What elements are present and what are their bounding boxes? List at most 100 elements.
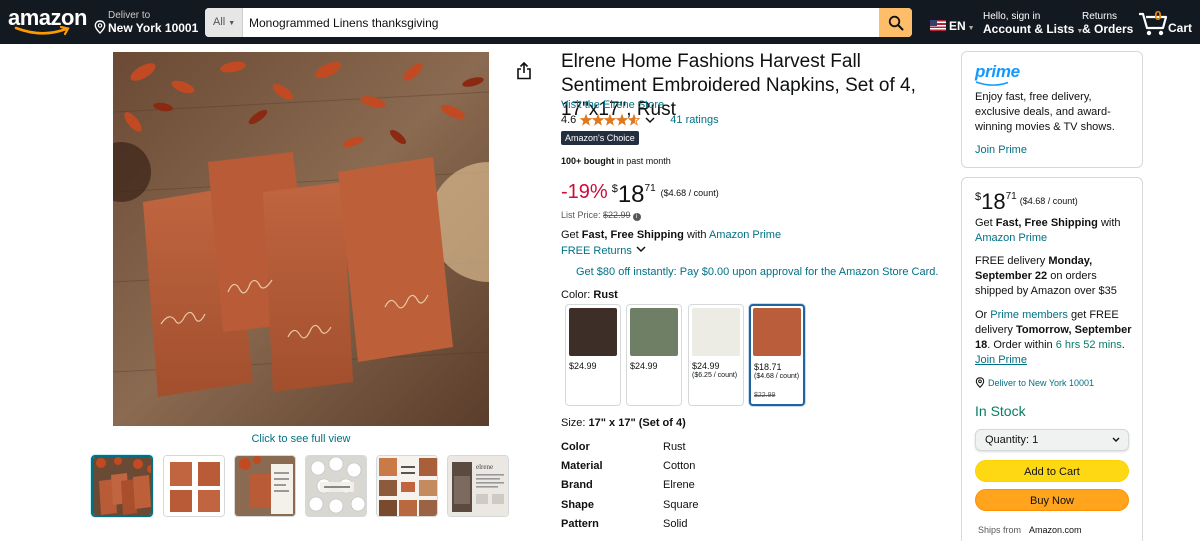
prime-promo-box: prime Enjoy fast, free delivery, exclusi… [961, 51, 1143, 168]
star-icon [581, 114, 592, 125]
share-icon [517, 61, 531, 80]
swatch-price: $24.99 [692, 361, 720, 371]
returns-orders[interactable]: Returns & Orders [1082, 11, 1133, 36]
thumbnail-2[interactable] [163, 455, 225, 517]
swatch-unit-price: ($6.25 / count) [692, 372, 738, 379]
prime-logo: prime [975, 62, 1020, 86]
swatch-color-chip [569, 308, 617, 356]
cart-button[interactable]: 0 Cart [1138, 8, 1198, 38]
account-label: Account & Lists [983, 22, 1075, 36]
returns-label: Returns [1082, 11, 1118, 22]
star-rating-icon[interactable] [580, 114, 641, 126]
star-icon [605, 114, 616, 125]
thumbnail-4[interactable] [305, 455, 367, 517]
thumbnail-image [93, 457, 151, 515]
spec-value: Square [663, 499, 699, 511]
ship-prefix: Get [975, 217, 993, 229]
quantity-value: 1 [1032, 434, 1039, 446]
color-swatch[interactable]: $24.99 [565, 304, 621, 406]
free-delivery-info: FREE delivery Monday, September 22 on or… [975, 254, 1137, 299]
thumbnail-5[interactable] [376, 455, 438, 517]
share-button[interactable] [516, 61, 532, 83]
quantity-dropdown[interactable]: Quantity: 1 [975, 429, 1129, 451]
deliver-location-link[interactable]: Deliver to New York 10001 [975, 377, 1094, 388]
swatch-color-chip [692, 308, 740, 356]
thumbnail-image [235, 456, 295, 516]
spec-value: Rust [663, 441, 686, 453]
prime-smile-icon [975, 81, 1009, 86]
spec-key: Pattern [561, 518, 599, 530]
bought-bold: 100+ bought [561, 156, 615, 166]
spec-key: Material [561, 460, 603, 472]
color-swatch[interactable]: $24.99 ($6.25 / count) [688, 304, 744, 406]
swatch-price: $18.71 [754, 362, 782, 372]
shipping-line: Get Fast, Free Shipping with Amazon Prim… [561, 229, 781, 241]
info-icon[interactable]: i [632, 213, 641, 221]
store-card-offer-link[interactable]: Get $80 off instantly: Pay $0.00 upon ap… [576, 266, 938, 278]
main-product-image[interactable] [113, 52, 489, 426]
ship-bold: Fast, Free Shipping [995, 217, 1098, 229]
swatch-color-chip [753, 308, 801, 356]
amazon-prime-link[interactable]: Amazon Prime [975, 232, 1047, 244]
prime-delivery-info: Or Prime members get FREE delivery Tomor… [975, 308, 1137, 368]
price-whole: 18 [981, 189, 1006, 214]
free-returns-link[interactable]: FREE Returns [561, 244, 647, 257]
ship-with: with [1100, 217, 1121, 229]
or-end: . [1121, 339, 1125, 351]
buy-now-button[interactable]: Buy Now [975, 489, 1129, 511]
top-nav: amazon Deliver to New York 10001 All▼ EN… [0, 0, 1200, 44]
chevron-down-icon[interactable] [644, 115, 656, 125]
buybox-shipping: Get Fast, Free Shipping with Amazon Prim… [975, 216, 1137, 246]
search-input[interactable] [243, 8, 883, 37]
rating-row: 4.6 41 ratings [561, 114, 719, 126]
add-to-cart-button[interactable]: Add to Cart [975, 460, 1129, 482]
buybox-price: $1871 ($4.68 / count) [975, 189, 1078, 215]
size-label-text: Size: [561, 417, 586, 429]
thumbnail-image [164, 456, 224, 516]
search-icon [888, 15, 903, 30]
join-prime-link[interactable]: Join Prime [975, 354, 1027, 366]
full-view-link[interactable]: Click to see full view [113, 433, 489, 445]
price-fraction: 71 [644, 183, 656, 194]
price-row: -19% $1871 ($4.68 / count) [561, 181, 719, 209]
language-selector[interactable]: EN ▼ [930, 19, 975, 33]
us-flag-icon [930, 20, 946, 31]
search-button[interactable] [879, 8, 912, 37]
search-bar: All ▼ [205, 8, 912, 37]
ratings-count-link[interactable]: 41 ratings [670, 114, 718, 126]
spec-value: Solid [663, 518, 688, 530]
thumbnail-1[interactable] [91, 455, 153, 517]
account-greeting: Hello, sign in [983, 11, 1041, 22]
prime-members-link[interactable]: Prime members [990, 309, 1068, 321]
product-title: Elrene Home Fashions Harvest Fall Sentim… [561, 51, 916, 120]
join-prime-link[interactable]: Join Prime [975, 144, 1027, 156]
orders-label: & Orders [1082, 22, 1134, 36]
rating-value: 4.6 [561, 114, 577, 126]
deliver-location: New York 10001 [108, 21, 199, 35]
spec-key: Brand [561, 479, 593, 491]
list-price: List Price: $22.99 i [561, 210, 641, 221]
search-category-dropdown[interactable]: All ▼ [205, 8, 243, 37]
ships-from-value: Amazon.com [1029, 525, 1082, 535]
search-category-label: All [213, 16, 226, 28]
quantity-label: Quantity: [985, 434, 1030, 446]
amazon-prime-link[interactable]: Amazon Prime [709, 229, 781, 241]
spec-value: Cotton [663, 460, 696, 472]
language-label: EN [949, 19, 966, 33]
unit-price: ($4.68 / count) [1019, 196, 1078, 206]
thumbnail-6[interactable]: elrene [447, 455, 509, 517]
account-lists[interactable]: Hello, sign in Account & Lists ▼ [983, 11, 1083, 36]
list-price-label: List Price: [561, 210, 601, 220]
color-swatch[interactable]: $24.99 [626, 304, 682, 406]
shipping-bold: Fast, Free Shipping [581, 229, 684, 241]
amazon-logo[interactable]: amazon [8, 6, 87, 38]
caret-down-icon: ▼ [228, 20, 236, 27]
shipping-with: with [686, 229, 707, 241]
cart-label: Cart [1168, 21, 1193, 35]
store-link[interactable]: Visit the Elrene Store [561, 99, 664, 111]
thumbnail-3[interactable] [234, 455, 296, 517]
chevron-down-icon [1112, 437, 1120, 442]
price-whole: 18 [617, 181, 645, 208]
color-swatch-selected[interactable]: $18.71 ($4.68 / count) $22.99 [749, 304, 805, 406]
currency-symbol: $ [975, 191, 982, 203]
